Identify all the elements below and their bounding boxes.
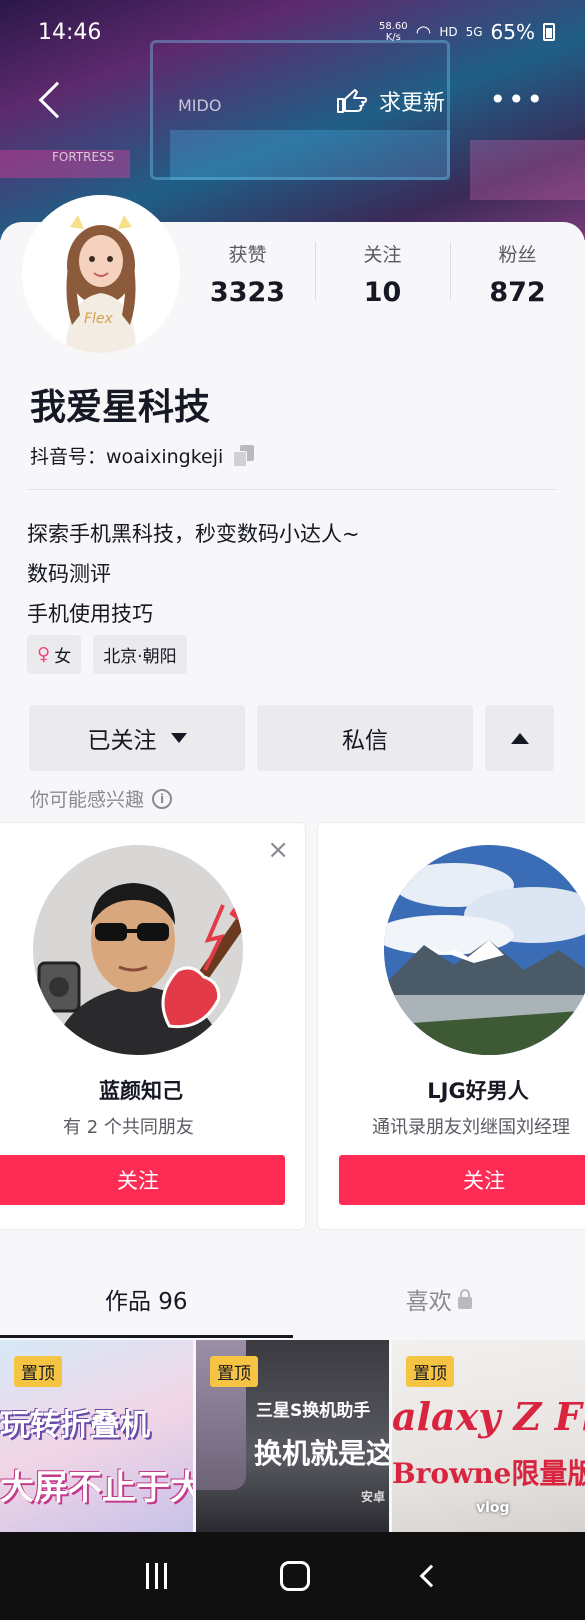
collapse-arrow-icon xyxy=(510,732,529,744)
stat-label: 关注 xyxy=(363,244,402,266)
hd-label: HD xyxy=(439,25,458,39)
suggestions-title: 你可能感兴趣 i xyxy=(30,785,173,812)
video-caption: alaxy Z Fli xyxy=(392,1394,585,1439)
video-caption: 安卓 xyxy=(360,1490,385,1504)
recent-apps-icon[interactable] xyxy=(146,1563,168,1589)
video-grid: 置顶 玩转折叠机 大屏不止于大 置顶 三星S换机助手 换机就是这 安卓 置顶 a… xyxy=(0,1340,585,1532)
svg-text:Flex: Flex xyxy=(84,311,114,327)
stat-likes[interactable]: 获赞 3323 xyxy=(180,240,315,308)
stat-value: 3323 xyxy=(209,277,286,308)
tab-works[interactable]: 作品 96 xyxy=(0,1280,293,1338)
banner-sign: FORTRESS xyxy=(52,150,115,164)
bio-line: 手机使用技巧 xyxy=(27,602,153,626)
location-tag: 北京·朝阳 xyxy=(93,635,187,674)
follow-button[interactable]: 关注 xyxy=(339,1155,585,1205)
video-caption: 换机就是这 xyxy=(254,1437,389,1470)
suggested-user-avatar[interactable] xyxy=(384,845,585,1055)
dropdown-arrow-icon xyxy=(170,733,187,743)
stat-followers[interactable]: 粉丝 872 xyxy=(450,240,585,308)
suggested-user-name: LJG好男人 xyxy=(427,1079,529,1103)
message-button[interactable]: 私信 xyxy=(257,705,473,771)
video-caption: 三星S换机助手 xyxy=(256,1401,371,1421)
more-options-icon[interactable]: ••• xyxy=(489,83,545,116)
bio-line: 探索手机黑科技，秒变数码小达人~ xyxy=(27,522,360,546)
douyin-id-row: 抖音号：woaixingkeji xyxy=(30,442,255,469)
douyin-id: 抖音号：woaixingkeji xyxy=(30,446,224,468)
avatar[interactable]: Flex xyxy=(22,195,180,353)
profile-bio: 探索手机黑科技，秒变数码小达人~ 数码测评 手机使用技巧 xyxy=(27,514,360,634)
pinned-badge: 置顶 xyxy=(210,1356,258,1387)
pointing-hand-icon xyxy=(335,87,367,115)
stat-following[interactable]: 关注 10 xyxy=(315,240,450,308)
stat-value: 872 xyxy=(489,277,546,308)
suggestions-label: 你可能感兴趣 xyxy=(30,789,145,811)
bio-line: 数码测评 xyxy=(27,562,111,586)
status-time: 14:46 xyxy=(38,20,102,45)
suggested-user-name: 蓝颜知己 xyxy=(99,1079,183,1103)
battery-percent: 65% xyxy=(490,20,535,44)
suggested-user-card[interactable]: × 蓝颜知己 有 2 个共同朋友 关注 xyxy=(0,822,306,1230)
stat-value: 10 xyxy=(363,277,402,308)
top-nav: 求更新 ••• xyxy=(0,75,585,130)
net-speed: 58.60 K/s xyxy=(378,21,408,43)
followed-label: 已关注 xyxy=(87,728,157,754)
collapse-suggestions-button[interactable] xyxy=(485,705,554,771)
copy-icon[interactable] xyxy=(233,444,255,467)
stat-label: 粉丝 xyxy=(498,244,537,266)
video-thumbnail[interactable]: 置顶 玩转折叠机 大屏不止于大 xyxy=(0,1340,193,1532)
video-thumbnail[interactable]: 置顶 三星S换机助手 换机就是这 安卓 xyxy=(196,1340,389,1532)
home-icon[interactable] xyxy=(279,1561,310,1591)
video-caption: 玩转折叠机 xyxy=(0,1408,150,1443)
pinned-badge: 置顶 xyxy=(406,1356,454,1387)
divider xyxy=(27,489,557,490)
system-back-icon[interactable] xyxy=(419,1564,442,1588)
close-icon[interactable]: × xyxy=(267,835,289,865)
tab-likes[interactable]: 喜欢 xyxy=(293,1280,585,1338)
battery-icon xyxy=(543,23,555,41)
gender-label: 女 xyxy=(54,647,72,667)
suggested-user-subtitle: 有 2 个共同朋友 xyxy=(63,1117,194,1138)
profile-tags: ♀ 女 北京·朝阳 xyxy=(27,635,187,674)
followed-button[interactable]: 已关注 xyxy=(29,705,245,771)
video-caption: Browne限量版 xyxy=(392,1457,585,1490)
back-icon[interactable] xyxy=(38,81,76,119)
suggested-user-avatar[interactable] xyxy=(33,845,243,1055)
video-caption: 大屏不止于大 xyxy=(0,1468,193,1508)
info-icon[interactable]: i xyxy=(152,788,173,809)
video-caption: vlog xyxy=(476,1500,510,1516)
gender-tag: ♀ 女 xyxy=(27,635,82,674)
video-thumbnail[interactable]: 置顶 alaxy Z Fli Browne限量版 vlog xyxy=(392,1340,585,1532)
request-update-button[interactable]: 求更新 xyxy=(335,85,445,117)
lock-icon xyxy=(457,1288,472,1309)
status-bar: 14:46 58.60 K/s ◠ HD 5G 65% xyxy=(0,0,585,66)
female-icon: ♀ xyxy=(37,644,51,665)
signal-label: 5G xyxy=(465,25,483,39)
follow-button[interactable]: 关注 xyxy=(0,1155,285,1205)
profile-actions: 已关注 私信 xyxy=(29,705,554,771)
suggested-user-subtitle: 通讯录朋友刘继国刘经理 xyxy=(372,1117,570,1138)
profile-name: 我爱星科技 xyxy=(30,387,211,428)
wifi-icon: ◠ xyxy=(415,21,432,43)
content-tabs: 作品 96 喜欢 xyxy=(0,1280,585,1338)
suggested-user-card[interactable]: LJG好男人 通讯录朋友刘继国刘经理 关注 xyxy=(317,822,585,1230)
stat-label: 获赞 xyxy=(228,244,267,266)
request-update-label: 求更新 xyxy=(379,91,446,116)
system-nav-bar xyxy=(0,1532,585,1620)
profile-stats: 获赞 3323 关注 10 粉丝 872 xyxy=(180,240,585,308)
tab-likes-label: 喜欢 xyxy=(405,1289,452,1315)
pinned-badge: 置顶 xyxy=(14,1356,62,1387)
